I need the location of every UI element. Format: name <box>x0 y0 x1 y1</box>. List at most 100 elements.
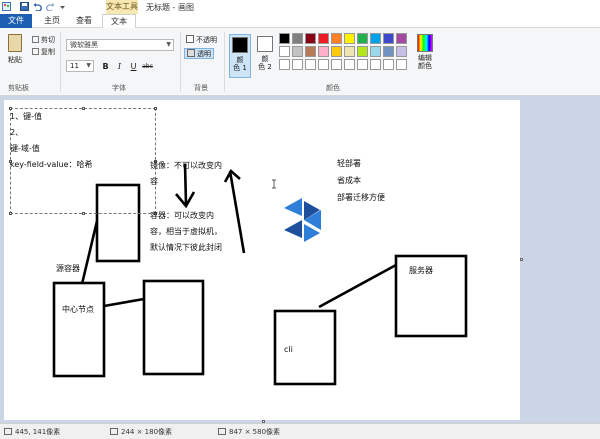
color1-swatch <box>232 37 248 53</box>
palette-swatch[interactable] <box>370 33 381 44</box>
canvas-text-kv2: 2、 <box>10 128 24 137</box>
tab-view[interactable]: 查看 <box>70 14 98 28</box>
font-family-select[interactable]: 微软雅黑 ▼ <box>66 39 174 51</box>
strikethrough-button[interactable]: abc <box>142 61 153 72</box>
copy-label: 复制 <box>41 48 55 56</box>
link-line <box>318 263 397 309</box>
palette-swatch[interactable] <box>279 33 290 44</box>
cursor-position-status: 445, 141像素 <box>4 427 60 437</box>
palette-swatch[interactable] <box>279 46 290 57</box>
tab-file[interactable]: 文件 <box>0 14 32 28</box>
customize-toolbar-icon[interactable] <box>58 2 67 11</box>
colors-group-label: 颜色 <box>326 84 340 92</box>
background-group-label: 背景 <box>194 84 208 92</box>
palette-swatch[interactable] <box>344 33 355 44</box>
transparent-option[interactable]: 透明 <box>184 48 214 59</box>
color2-label: 颜 色 2 <box>258 55 272 71</box>
redo-icon[interactable] <box>46 2 55 11</box>
ribbon-tabs: 文件 主页 查看 文本 <box>0 14 600 29</box>
palette-swatch[interactable] <box>292 59 303 70</box>
palette-swatch[interactable] <box>292 33 303 44</box>
palette-swatch[interactable] <box>305 33 316 44</box>
canvas-text-kv1: 1、键-值 <box>10 112 42 121</box>
image-size-icon <box>218 428 226 435</box>
font-size-select[interactable]: 11 ▼ <box>66 60 94 72</box>
palette-swatch[interactable] <box>331 33 342 44</box>
canvas-text-right-c: 部署迁移方便 <box>337 193 385 202</box>
resize-handle[interactable] <box>9 212 12 215</box>
resize-handle[interactable] <box>154 107 157 110</box>
image-size-status: 847 × 580像素 <box>218 427 280 437</box>
link-line <box>228 170 246 254</box>
clipboard-group-label: 剪贴板 <box>8 84 29 92</box>
italic-button[interactable]: I <box>114 61 125 72</box>
palette-swatch[interactable] <box>305 59 316 70</box>
paint-app-icon <box>2 2 11 11</box>
palette-swatch[interactable] <box>396 59 407 70</box>
selection-size-status: 244 × 180像素 <box>110 427 172 437</box>
palette-swatch[interactable] <box>383 46 394 57</box>
palette-swatch[interactable] <box>318 59 329 70</box>
palette-swatch[interactable] <box>279 59 290 70</box>
palette-swatch[interactable] <box>344 59 355 70</box>
cut-label: 剪切 <box>41 36 55 44</box>
text-cursor-icon <box>272 179 276 189</box>
text-tools-context-label: 文本工具 <box>106 0 138 14</box>
palette-swatch[interactable] <box>357 46 368 57</box>
drawing-canvas[interactable]: 1、键-值 2、 键-域-值 key-field-value：哈希 镜像：不可以… <box>4 100 520 420</box>
palette-swatch[interactable] <box>344 46 355 57</box>
palette-swatch[interactable] <box>305 46 316 57</box>
palette-swatch[interactable] <box>370 59 381 70</box>
palette-swatch[interactable] <box>318 33 329 44</box>
paste-button-label[interactable]: 粘贴 <box>8 55 22 65</box>
copy-button[interactable]: 复制 <box>32 47 55 57</box>
canvas-text-center-node: 中心节点 <box>62 305 94 314</box>
opaque-label: 不透明 <box>196 36 217 44</box>
palette-swatch[interactable] <box>396 33 407 44</box>
title-bar: 文本工具 无标题 - 画图 <box>0 0 600 14</box>
font-family-value: 微软雅黑 <box>70 41 98 49</box>
palette-swatch[interactable] <box>318 46 329 57</box>
selection-size-icon <box>110 428 118 435</box>
canvas-text-kv4: key-field-value：哈希 <box>10 160 93 169</box>
canvas-text-mirror-a: 镜像：不可以改变内 <box>150 161 222 170</box>
tab-text[interactable]: 文本 <box>102 14 136 29</box>
cursor-position-value: 445, 141像素 <box>15 428 61 436</box>
palette-swatch[interactable] <box>370 46 381 57</box>
canvas-text-server: 服务器 <box>409 266 433 275</box>
image-size-value: 847 × 580像素 <box>229 428 281 436</box>
cut-button[interactable]: 剪切 <box>32 35 55 45</box>
right-node-box <box>142 279 205 376</box>
palette-swatch[interactable] <box>396 46 407 57</box>
color2-button[interactable]: 颜 色 2 <box>254 34 276 78</box>
palette-swatch[interactable] <box>331 46 342 57</box>
resize-handle[interactable] <box>82 107 85 110</box>
edit-colors-button[interactable]: 编辑 颜色 <box>414 34 436 70</box>
link-line <box>103 297 145 308</box>
palette-swatch[interactable] <box>383 59 394 70</box>
cursor-position-icon <box>4 428 12 435</box>
palette-swatch[interactable] <box>292 46 303 57</box>
canvas-text-right-a: 轻部署 <box>337 159 361 168</box>
transparent-icon <box>187 49 195 57</box>
edit-colors-icon <box>417 34 433 52</box>
font-size-value: 11 <box>70 62 79 70</box>
paste-icon[interactable] <box>8 34 22 52</box>
color1-button[interactable]: 颜 色 1 <box>229 34 251 78</box>
underline-button[interactable]: U <box>128 61 139 72</box>
palette-swatch[interactable] <box>357 33 368 44</box>
bold-button[interactable]: B <box>100 61 111 72</box>
color1-label: 颜 色 1 <box>233 56 247 72</box>
canvas-workspace: 1、键-值 2、 键-域-值 key-field-value：哈希 镜像：不可以… <box>0 96 600 423</box>
canvas-text-container-a: 容器：可以改变内 <box>150 211 214 220</box>
chevron-down-icon: ▼ <box>166 41 171 48</box>
palette-swatch[interactable] <box>331 59 342 70</box>
palette-swatch[interactable] <box>357 59 368 70</box>
resize-handle[interactable] <box>82 212 85 215</box>
save-icon[interactable] <box>20 2 29 11</box>
tab-home[interactable]: 主页 <box>38 14 66 28</box>
canvas-resize-handle-right[interactable] <box>520 258 523 261</box>
undo-icon[interactable] <box>33 2 42 11</box>
palette-swatch[interactable] <box>383 33 394 44</box>
opaque-option[interactable]: 不透明 <box>184 35 219 46</box>
